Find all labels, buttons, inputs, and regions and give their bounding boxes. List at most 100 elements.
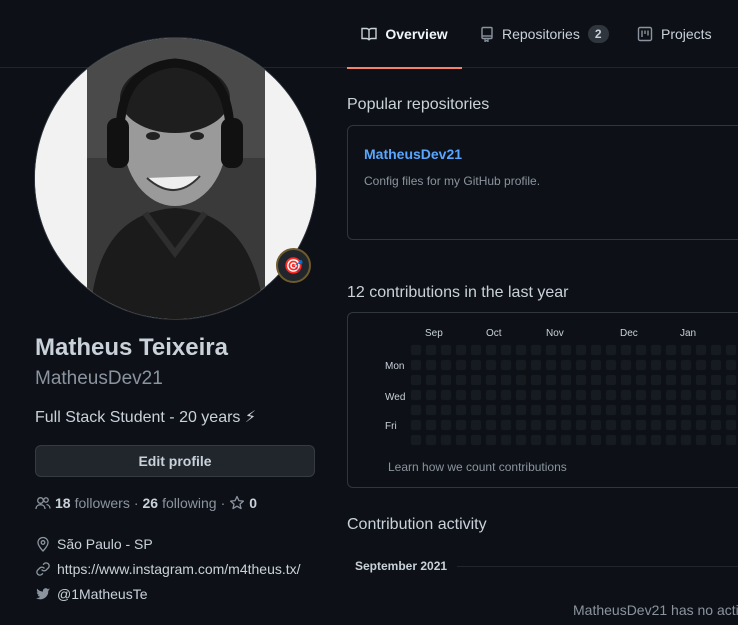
contribution-day-cell[interactable] bbox=[410, 389, 422, 401]
contribution-day-cell[interactable] bbox=[650, 374, 662, 386]
contribution-day-cell[interactable] bbox=[725, 434, 737, 446]
contribution-day-cell[interactable] bbox=[485, 344, 497, 356]
contribution-day-cell[interactable] bbox=[455, 419, 467, 431]
website-link[interactable]: https://www.instagram.com/m4theus.tx/ bbox=[57, 561, 301, 577]
contribution-day-cell[interactable] bbox=[425, 404, 437, 416]
contribution-day-cell[interactable] bbox=[515, 404, 527, 416]
contribution-day-cell[interactable] bbox=[440, 404, 452, 416]
contribution-day-cell[interactable] bbox=[695, 374, 707, 386]
contribution-day-cell[interactable] bbox=[620, 434, 632, 446]
contribution-day-cell[interactable] bbox=[650, 359, 662, 371]
contribution-day-cell[interactable] bbox=[695, 359, 707, 371]
twitter-handle[interactable]: @1MatheusTe bbox=[57, 586, 147, 602]
contribution-day-cell[interactable] bbox=[575, 359, 587, 371]
contribution-day-cell[interactable] bbox=[485, 419, 497, 431]
contribution-day-cell[interactable] bbox=[635, 404, 647, 416]
stars-link[interactable]: 0 bbox=[229, 495, 257, 511]
contribution-day-cell[interactable] bbox=[530, 389, 542, 401]
contribution-day-cell[interactable] bbox=[575, 419, 587, 431]
contribution-day-cell[interactable] bbox=[635, 374, 647, 386]
contribution-day-cell[interactable] bbox=[590, 374, 602, 386]
tab-projects[interactable]: Projects bbox=[637, 0, 712, 68]
contribution-day-cell[interactable] bbox=[485, 374, 497, 386]
contribution-day-cell[interactable] bbox=[545, 359, 557, 371]
contribution-day-cell[interactable] bbox=[500, 389, 512, 401]
contribution-day-cell[interactable] bbox=[485, 404, 497, 416]
contribution-day-cell[interactable] bbox=[695, 404, 707, 416]
contribution-day-cell[interactable] bbox=[590, 404, 602, 416]
contribution-day-cell[interactable] bbox=[500, 434, 512, 446]
contribution-day-cell[interactable] bbox=[425, 434, 437, 446]
contribution-day-cell[interactable] bbox=[470, 434, 482, 446]
contribution-day-cell[interactable] bbox=[515, 389, 527, 401]
contribution-day-cell[interactable] bbox=[545, 419, 557, 431]
contribution-day-cell[interactable] bbox=[485, 359, 497, 371]
contribution-day-cell[interactable] bbox=[710, 389, 722, 401]
contribution-day-cell[interactable] bbox=[545, 389, 557, 401]
contribution-day-cell[interactable] bbox=[695, 434, 707, 446]
contribution-day-cell[interactable] bbox=[560, 374, 572, 386]
contribution-day-cell[interactable] bbox=[725, 344, 737, 356]
avatar[interactable] bbox=[34, 37, 317, 320]
contribution-day-cell[interactable] bbox=[725, 359, 737, 371]
contribution-day-cell[interactable] bbox=[635, 389, 647, 401]
contribution-day-cell[interactable] bbox=[680, 389, 692, 401]
contribution-day-cell[interactable] bbox=[410, 434, 422, 446]
contribution-day-cell[interactable] bbox=[605, 359, 617, 371]
contribution-day-cell[interactable] bbox=[455, 374, 467, 386]
contribution-day-cell[interactable] bbox=[725, 374, 737, 386]
contribution-day-cell[interactable] bbox=[455, 344, 467, 356]
contribution-day-cell[interactable] bbox=[710, 344, 722, 356]
contribution-day-cell[interactable] bbox=[440, 434, 452, 446]
contribution-day-cell[interactable] bbox=[650, 419, 662, 431]
contribution-day-cell[interactable] bbox=[575, 434, 587, 446]
contribution-day-cell[interactable] bbox=[470, 389, 482, 401]
contribution-day-cell[interactable] bbox=[620, 389, 632, 401]
contribution-day-cell[interactable] bbox=[680, 374, 692, 386]
status-emoji-button[interactable]: 🎯 bbox=[276, 248, 311, 283]
contribution-day-cell[interactable] bbox=[620, 359, 632, 371]
tab-repositories[interactable]: Repositories 2 bbox=[480, 0, 609, 68]
contribution-day-cell[interactable] bbox=[695, 389, 707, 401]
contribution-day-cell[interactable] bbox=[530, 344, 542, 356]
contribution-day-cell[interactable] bbox=[575, 389, 587, 401]
contribution-day-cell[interactable] bbox=[455, 404, 467, 416]
contribution-day-cell[interactable] bbox=[635, 434, 647, 446]
contribution-day-cell[interactable] bbox=[470, 374, 482, 386]
contribution-day-cell[interactable] bbox=[665, 359, 677, 371]
contribution-day-cell[interactable] bbox=[560, 419, 572, 431]
contribution-day-cell[interactable] bbox=[725, 404, 737, 416]
learn-contributions-link[interactable]: Learn how we count contributions bbox=[388, 460, 567, 474]
contribution-day-cell[interactable] bbox=[440, 359, 452, 371]
contribution-day-cell[interactable] bbox=[620, 404, 632, 416]
contribution-day-cell[interactable] bbox=[530, 359, 542, 371]
contribution-day-cell[interactable] bbox=[560, 434, 572, 446]
contribution-day-cell[interactable] bbox=[635, 419, 647, 431]
contribution-day-cell[interactable] bbox=[470, 419, 482, 431]
contribution-day-cell[interactable] bbox=[605, 434, 617, 446]
contribution-day-cell[interactable] bbox=[515, 434, 527, 446]
contribution-day-cell[interactable] bbox=[545, 434, 557, 446]
contribution-day-cell[interactable] bbox=[665, 404, 677, 416]
contribution-day-cell[interactable] bbox=[440, 389, 452, 401]
contribution-day-cell[interactable] bbox=[440, 344, 452, 356]
contribution-day-cell[interactable] bbox=[605, 374, 617, 386]
contribution-day-cell[interactable] bbox=[710, 419, 722, 431]
contribution-day-cell[interactable] bbox=[455, 359, 467, 371]
contribution-day-cell[interactable] bbox=[470, 344, 482, 356]
contribution-day-cell[interactable] bbox=[500, 344, 512, 356]
contribution-day-cell[interactable] bbox=[635, 359, 647, 371]
contribution-day-cell[interactable] bbox=[605, 404, 617, 416]
following-link[interactable]: 26 following bbox=[143, 495, 217, 511]
contribution-day-cell[interactable] bbox=[635, 344, 647, 356]
contribution-day-cell[interactable] bbox=[665, 419, 677, 431]
contribution-day-cell[interactable] bbox=[455, 389, 467, 401]
contribution-day-cell[interactable] bbox=[485, 389, 497, 401]
contribution-day-cell[interactable] bbox=[515, 419, 527, 431]
contribution-day-cell[interactable] bbox=[695, 419, 707, 431]
contribution-day-cell[interactable] bbox=[530, 434, 542, 446]
contribution-day-cell[interactable] bbox=[620, 419, 632, 431]
contribution-day-cell[interactable] bbox=[440, 419, 452, 431]
contribution-day-cell[interactable] bbox=[650, 404, 662, 416]
contribution-day-cell[interactable] bbox=[665, 389, 677, 401]
